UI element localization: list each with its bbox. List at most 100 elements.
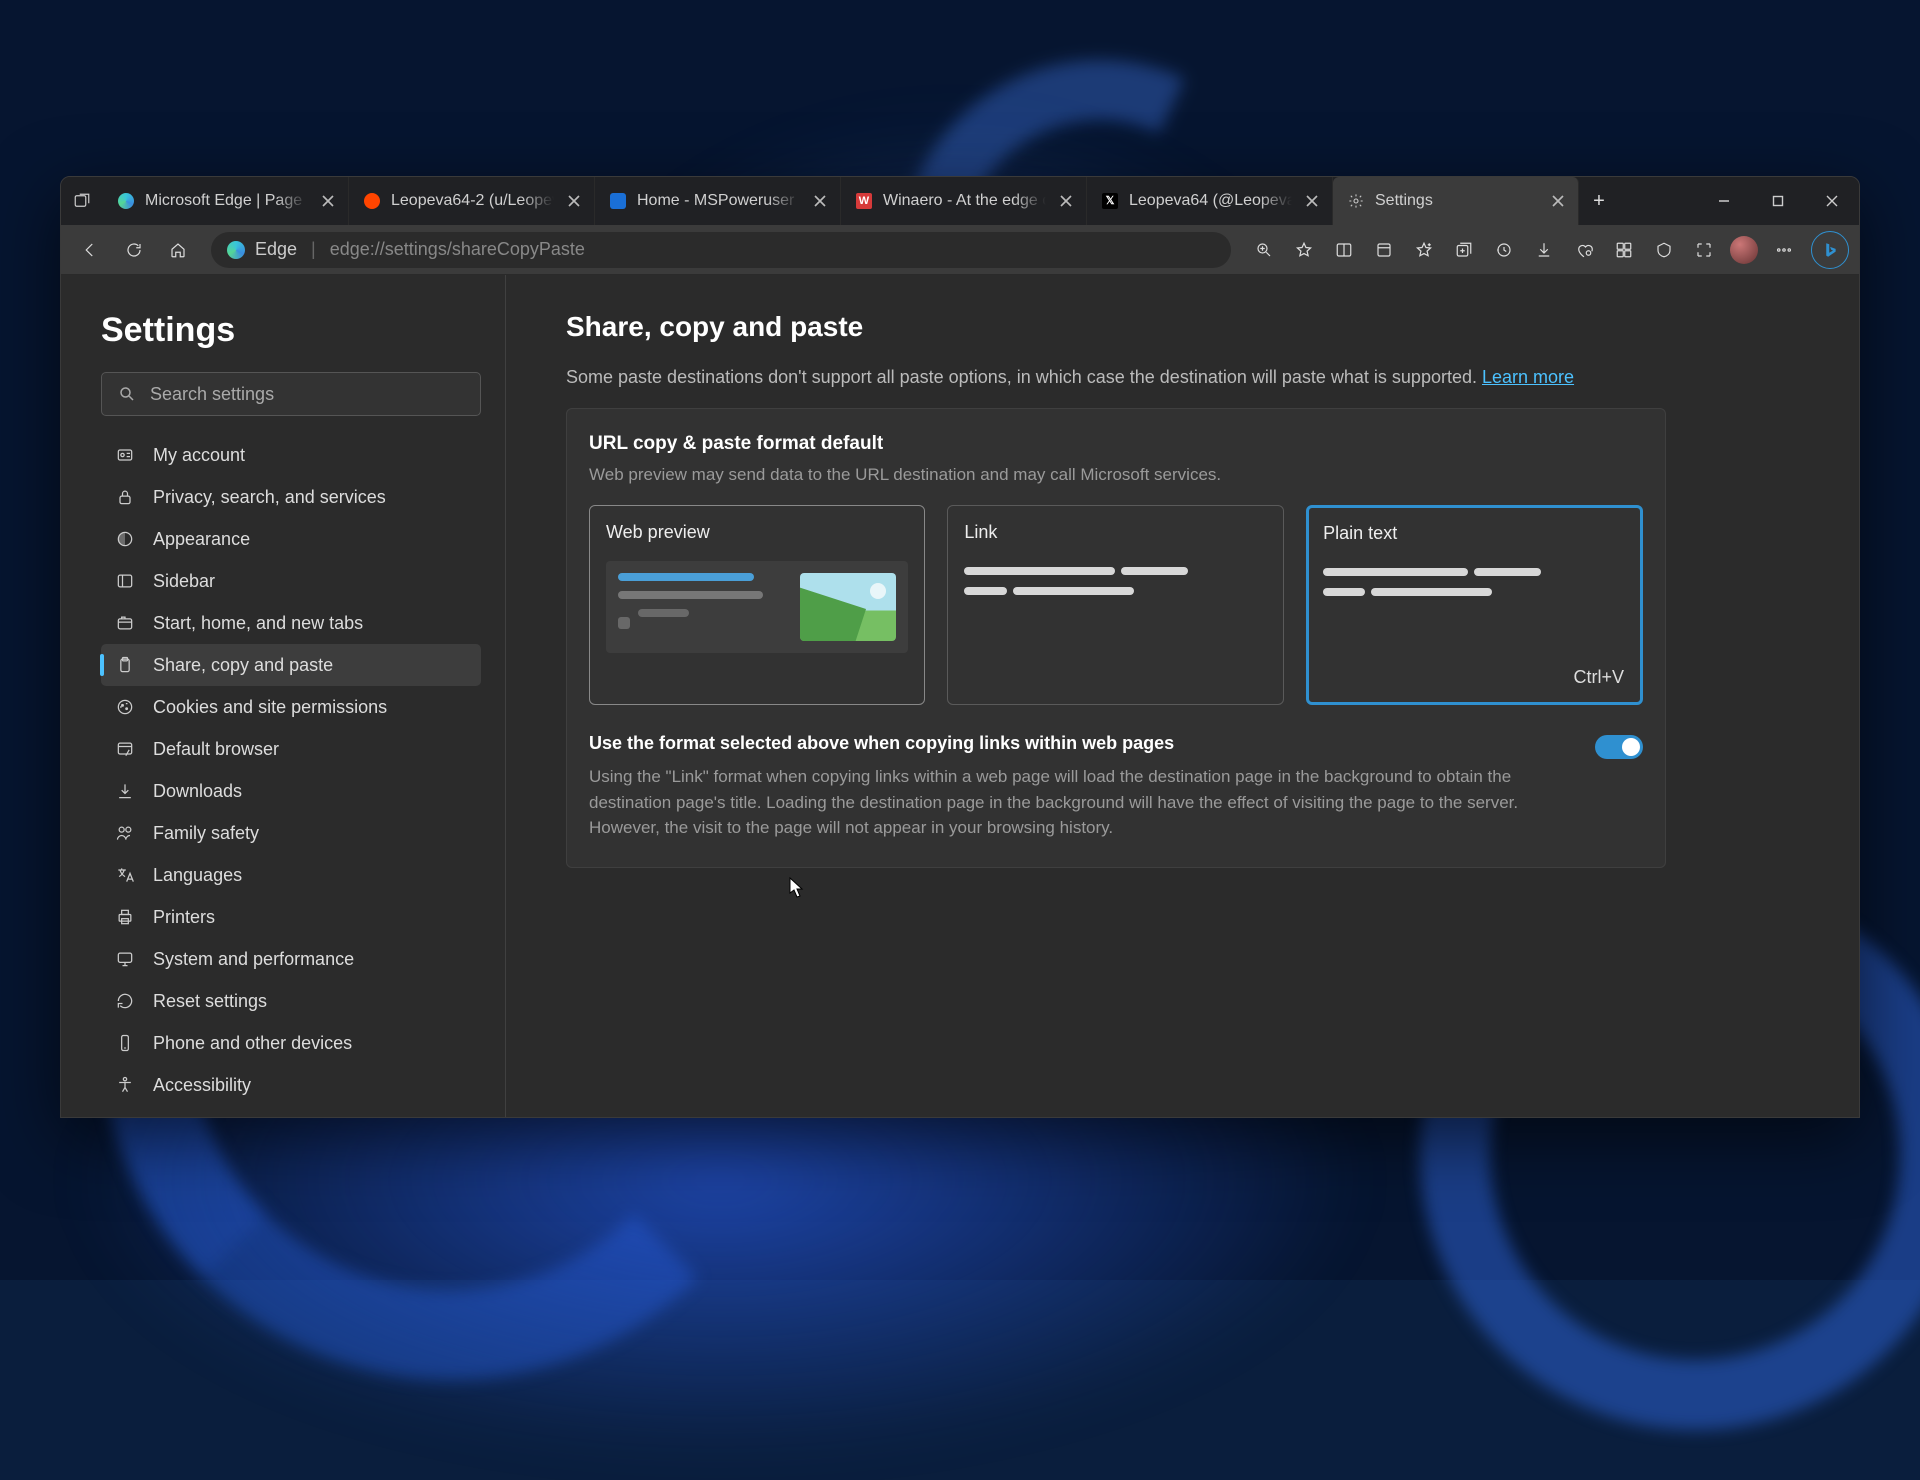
nav-share-copy-paste[interactable]: Share, copy and paste — [101, 644, 481, 686]
toggle-description: Using the "Link" format when copying lin… — [589, 764, 1565, 841]
nav-my-account[interactable]: My account — [101, 434, 481, 476]
option-plain-text[interactable]: Plain text Ctrl+V — [1306, 505, 1643, 705]
search-icon — [118, 385, 136, 403]
address-url: edge://settings/shareCopyPaste — [330, 239, 585, 260]
close-icon[interactable] — [564, 191, 584, 211]
tab-mspoweruser[interactable]: Home - MSPoweruser — [595, 177, 841, 225]
panel-subtitle: Web preview may send data to the URL des… — [589, 465, 1643, 485]
phone-icon — [115, 1033, 135, 1053]
learn-more-link[interactable]: Learn more — [1482, 367, 1574, 387]
option-web-preview[interactable]: Web preview — [589, 505, 925, 705]
tab-title: Leopeva64 (@Leopeva64) — [1129, 192, 1292, 210]
accessibility-icon — [115, 1075, 135, 1095]
tab-winaero[interactable]: W Winaero - At the edge of — [841, 177, 1087, 225]
maximize-button[interactable] — [1751, 177, 1805, 225]
nav-default-browser[interactable]: Default browser — [101, 728, 481, 770]
system-icon — [115, 949, 135, 969]
favorites-icon[interactable] — [1405, 231, 1443, 269]
winaero-icon: W — [855, 192, 873, 210]
clipboard-icon — [115, 655, 135, 675]
split-screen-icon[interactable] — [1325, 231, 1363, 269]
tab-actions-button[interactable] — [61, 177, 103, 225]
window-controls — [1697, 177, 1859, 225]
bing-button[interactable] — [1811, 231, 1849, 269]
family-icon — [115, 823, 135, 843]
settings-sidebar: Settings Search settings My account Priv… — [61, 275, 506, 1117]
toggle-label: Use the format selected above when copyi… — [589, 733, 1565, 754]
nav-downloads[interactable]: Downloads — [101, 770, 481, 812]
nav-reset[interactable]: Reset settings — [101, 980, 481, 1022]
address-bar[interactable]: Edge | edge://settings/shareCopyPaste — [211, 232, 1231, 268]
extensions-icon[interactable] — [1605, 231, 1643, 269]
link-illustration — [964, 561, 1266, 601]
browser-essentials-icon[interactable] — [1645, 231, 1683, 269]
option-link[interactable]: Link — [947, 505, 1283, 705]
nav-appearance[interactable]: Appearance — [101, 518, 481, 560]
tab-settings[interactable]: Settings — [1333, 177, 1579, 225]
nav-sidebar[interactable]: Sidebar — [101, 560, 481, 602]
close-icon[interactable] — [1302, 191, 1322, 211]
close-window-button[interactable] — [1805, 177, 1859, 225]
browser-window: Microsoft Edge | Page 148 Leopeva64-2 (u… — [60, 176, 1860, 1118]
nav-privacy[interactable]: Privacy, search, and services — [101, 476, 481, 518]
toolbar: Edge | edge://settings/shareCopyPaste — [61, 225, 1859, 275]
tab-reddit[interactable]: Leopeva64-2 (u/Leopeva6 — [349, 177, 595, 225]
nav-system[interactable]: System and performance — [101, 938, 481, 980]
download-icon — [115, 781, 135, 801]
nav-languages[interactable]: Languages — [101, 854, 481, 896]
nav-accessibility[interactable]: Accessibility — [101, 1064, 481, 1106]
nav-cookies[interactable]: Cookies and site permissions — [101, 686, 481, 728]
tabs-icon — [115, 613, 135, 633]
plain-illustration — [1323, 562, 1625, 602]
page-description: Some paste destinations don't support al… — [566, 367, 1819, 388]
close-icon[interactable] — [1548, 191, 1568, 211]
tab-twitter[interactable]: 𝕏 Leopeva64 (@Leopeva64) — [1087, 177, 1333, 225]
more-button[interactable] — [1765, 231, 1803, 269]
content-area: Settings Search settings My account Priv… — [61, 275, 1859, 1117]
close-icon[interactable] — [810, 191, 830, 211]
nav-family[interactable]: Family safety — [101, 812, 481, 854]
toggle-setting: Use the format selected above when copyi… — [589, 733, 1643, 841]
tab-edge[interactable]: Microsoft Edge | Page 148 — [103, 177, 349, 225]
format-options: Web preview Link — [589, 505, 1643, 705]
nav-printers[interactable]: Printers — [101, 896, 481, 938]
downloads-icon[interactable] — [1525, 231, 1563, 269]
tab-title: Settings — [1375, 192, 1538, 210]
reset-icon — [115, 991, 135, 1011]
tab-title: Leopeva64-2 (u/Leopeva6 — [391, 192, 554, 210]
languages-icon — [115, 865, 135, 885]
zoom-icon[interactable] — [1245, 231, 1283, 269]
new-tab-button[interactable]: + — [1579, 177, 1619, 225]
edge-icon — [117, 192, 135, 210]
appearance-icon — [115, 529, 135, 549]
preview-illustration — [606, 561, 908, 653]
option-title: Plain text — [1323, 523, 1625, 544]
close-icon[interactable] — [1056, 191, 1076, 211]
screenshot-icon[interactable] — [1685, 231, 1723, 269]
refresh-button[interactable] — [115, 231, 153, 269]
favorite-icon[interactable] — [1285, 231, 1323, 269]
home-button[interactable] — [159, 231, 197, 269]
panel-title: URL copy & paste format default — [589, 433, 1643, 455]
toggle-switch[interactable] — [1595, 735, 1643, 759]
back-button[interactable] — [71, 231, 109, 269]
close-icon[interactable] — [318, 191, 338, 211]
wallet-icon[interactable] — [1565, 231, 1603, 269]
collections-icon[interactable] — [1445, 231, 1483, 269]
minimize-button[interactable] — [1697, 177, 1751, 225]
x-icon: 𝕏 — [1101, 192, 1119, 210]
printer-icon — [115, 907, 135, 927]
profile-button[interactable] — [1725, 231, 1763, 269]
nav-phone[interactable]: Phone and other devices — [101, 1022, 481, 1064]
settings-main: Share, copy and paste Some paste destina… — [506, 275, 1859, 1117]
tab-title: Microsoft Edge | Page 148 — [145, 192, 308, 210]
reading-icon[interactable] — [1365, 231, 1403, 269]
search-placeholder: Search settings — [150, 384, 274, 405]
search-input[interactable]: Search settings — [101, 372, 481, 416]
history-icon[interactable] — [1485, 231, 1523, 269]
mspoweruser-icon — [609, 192, 627, 210]
nav-start[interactable]: Start, home, and new tabs — [101, 602, 481, 644]
browser-icon — [115, 739, 135, 759]
settings-heading: Settings — [101, 311, 481, 350]
tab-title: Home - MSPoweruser — [637, 192, 800, 210]
